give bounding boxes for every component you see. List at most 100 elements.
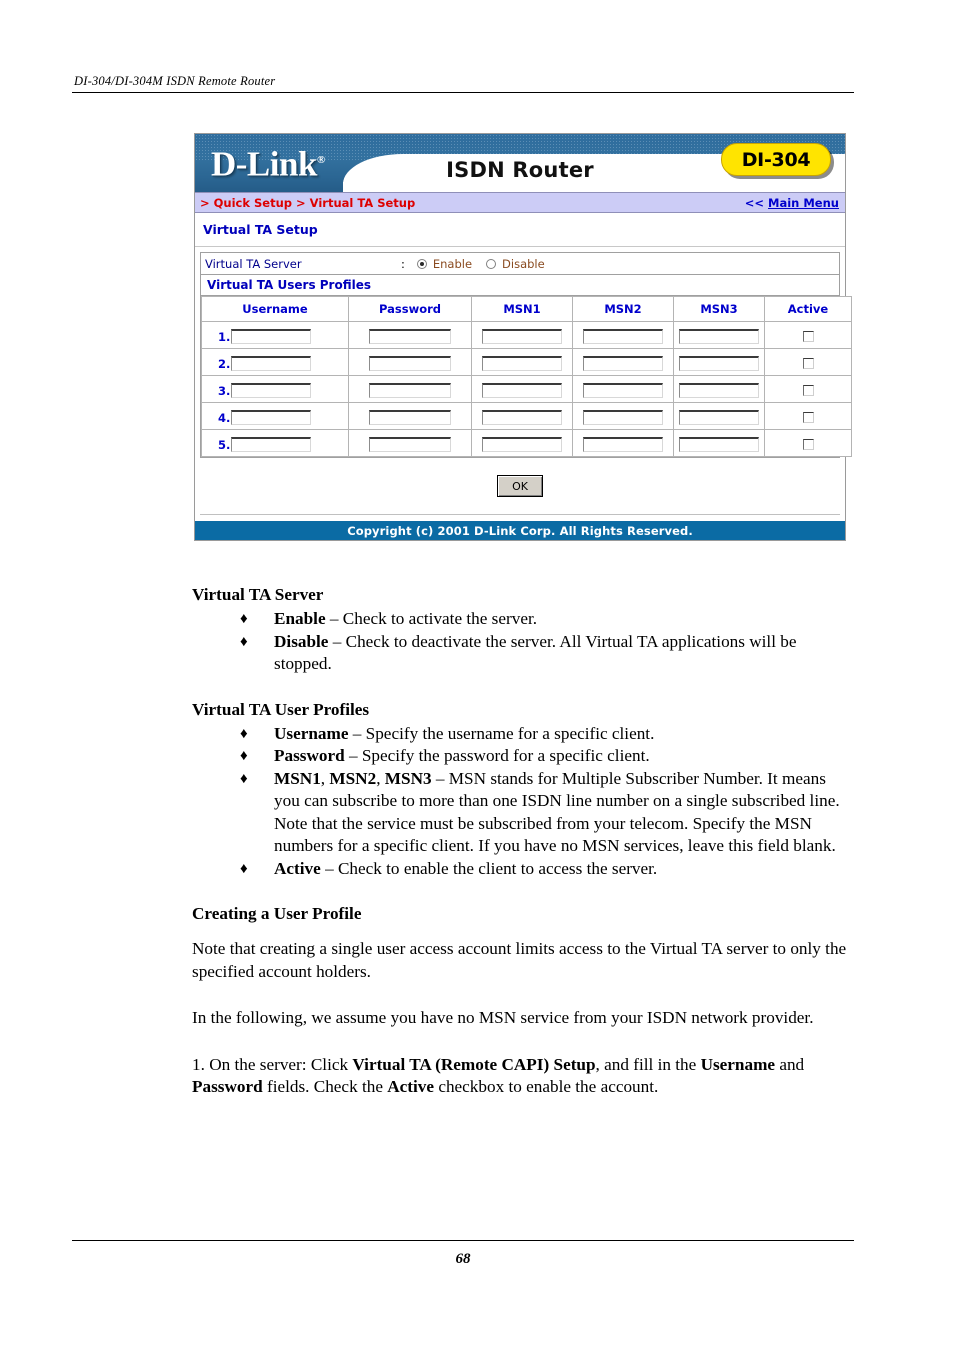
active-checkbox[interactable] [802,438,814,450]
profiles-panel: Virtual TA Users Profiles Username Passw… [200,275,852,458]
active-checkbox[interactable] [802,384,814,396]
msn2-input[interactable] [583,355,663,371]
cell-active [764,402,852,430]
cell-active [764,375,852,403]
msn3-input[interactable] [679,409,759,425]
dash: – [325,609,343,628]
breadcrumb[interactable]: > Quick Setup > Virtual TA Setup [200,196,415,210]
dash: – [320,858,338,878]
msn1-input[interactable] [482,382,562,398]
active-checkbox[interactable] [802,357,814,369]
msn1-input[interactable] [482,436,562,452]
msn3-input[interactable] [679,355,759,371]
label-colon: : [401,256,405,271]
cell-msn1 [471,348,573,376]
cell-username: 5. [201,429,349,457]
password-input[interactable] [369,409,451,425]
msn1-input[interactable] [482,328,562,344]
diamond-bullet-icon: ♦ [240,860,248,877]
dash: – [344,746,362,765]
ui-copyright-footer: Copyright (c) 2001 D-Link Corp. All Righ… [195,521,845,540]
msn1-input[interactable] [482,355,562,371]
column-header-password: Password [348,296,472,322]
diamond-bullet-icon: ♦ [240,611,248,627]
row-index: 4. [218,410,231,425]
msn2-input[interactable] [583,436,663,452]
step1-bold-username: Username [700,1054,776,1074]
username-input[interactable] [231,382,312,398]
breadcrumb-bar: > Quick Setup > Virtual TA Setup << Main… [195,192,845,213]
cell-password [348,321,472,349]
cell-active [764,429,852,457]
ok-button[interactable]: OK [497,475,543,497]
column-header-msn1: MSN1 [471,296,573,322]
cell-msn2 [572,348,674,376]
ok-button-area: OK [200,458,840,515]
list-item: ♦ Active – Check to enable the client to … [240,858,852,881]
msn3-input[interactable] [679,382,759,398]
diamond-bullet-icon: ♦ [240,748,248,764]
msn2-input[interactable] [583,382,663,398]
main-menu-link[interactable]: << Main Menu [745,196,839,210]
column-header-msn3: MSN3 [673,296,765,322]
cell-password [348,402,472,430]
msn3-input[interactable] [679,436,759,452]
disable-radio-label[interactable]: Disable [502,257,545,271]
disable-radio[interactable] [486,258,497,269]
cell-username: 1. [201,321,349,349]
step1-mid3: fields. Check the [262,1077,388,1096]
page-footer: 68 [72,1240,854,1268]
active-checkbox[interactable] [802,330,814,342]
enable-radio-label[interactable]: Enable [433,257,472,271]
username-input[interactable] [231,409,312,425]
msn3-input[interactable] [679,328,759,344]
username-input[interactable] [231,355,312,371]
password-input[interactable] [369,382,451,398]
msn2-input[interactable] [583,328,663,344]
cell-username: 3. [201,375,349,403]
ui-body: Virtual TA Server : Enable Disable Virtu… [195,247,852,521]
cell-msn3 [673,402,765,430]
msn1-input[interactable] [482,409,562,425]
term-enable: Enable [274,609,326,628]
username-input[interactable] [231,328,312,344]
paragraph-assumption: In the following, we assume you have no … [192,1008,814,1027]
dash: – [431,768,449,788]
term-msn2: MSN2 [329,768,377,788]
profiles-table: Username Password MSN1 MSN2 MSN3 Active … [201,296,852,457]
step1-prefix: 1. On the server: Click [192,1054,353,1074]
table-header-row: Username Password MSN1 MSN2 MSN3 Active [201,296,852,322]
row-index: 2. [218,356,231,371]
active-checkbox[interactable] [802,411,814,423]
desc-enable: Check to activate the server. [342,609,538,628]
password-input[interactable] [369,328,451,344]
list-item: ♦ Password – Specify the password for a s… [240,745,852,768]
term-msn3: MSN3 [384,768,432,788]
column-header-msn2: MSN2 [572,296,674,322]
table-row: 4. [201,402,852,430]
password-input[interactable] [369,436,451,452]
cell-msn2 [572,429,674,457]
table-row: 5. [201,429,852,457]
enable-radio[interactable] [416,258,427,269]
heading-creating-a-user-profile: Creating a User Profile [192,904,362,923]
password-input[interactable] [369,355,451,371]
cell-msn3 [673,321,765,349]
desc-username: Specify the username for a specific clie… [365,723,655,743]
main-menu-label[interactable]: Main Menu [768,196,839,210]
table-row: 3. [201,375,852,403]
diamond-bullet-icon: ♦ [240,633,248,650]
row-index: 5. [218,437,231,452]
column-header-username: Username [201,296,349,322]
username-input[interactable] [231,436,312,452]
server-radio-group: Enable Disable [416,257,553,271]
cell-active [764,348,852,376]
document-body: Virtual TA Server ♦ Enable – Check to act… [192,583,852,1099]
term-disable: Disable [274,631,329,651]
msn2-input[interactable] [583,409,663,425]
virtual-ta-server-label: Virtual TA Server [205,256,302,271]
term-username: Username [274,723,349,743]
paragraph-note: Note that creating a single user access … [192,939,847,981]
